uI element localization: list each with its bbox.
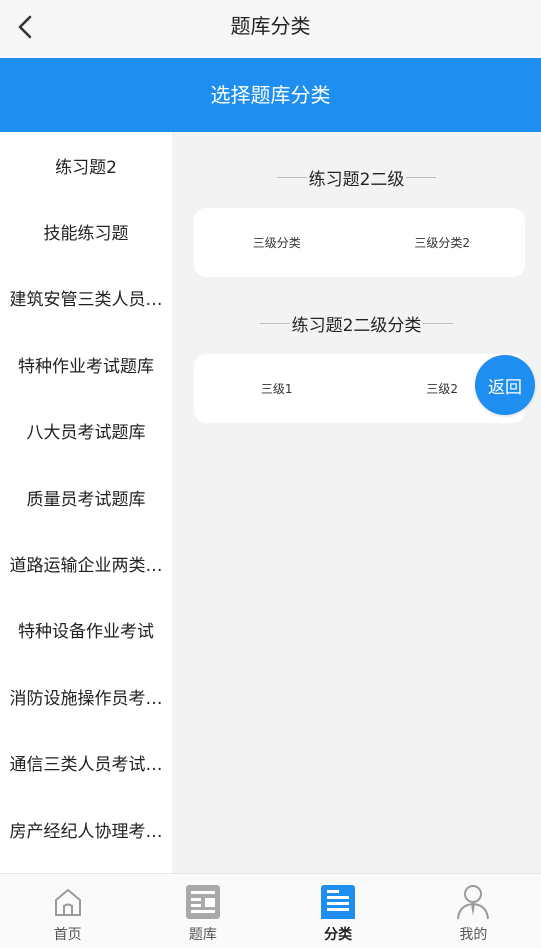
sidebar-item[interactable]: 特种设备作业考试 bbox=[0, 597, 172, 663]
section-title: 练习题2二级 bbox=[308, 169, 405, 190]
sidebar-item[interactable]: 练习题2 bbox=[0, 132, 172, 198]
top-bar: 题库分类 bbox=[0, 0, 541, 58]
sidebar-item-label: 特种作业考试题库 bbox=[18, 356, 154, 377]
tab-category[interactable]: 分类 bbox=[271, 874, 406, 948]
subcategory-card: 三级分类 三级分类2 bbox=[194, 208, 525, 277]
sidebar-item[interactable]: 房产经纪人协理考… bbox=[0, 796, 172, 862]
heading-divider bbox=[423, 322, 454, 324]
sidebar-item[interactable]: 质量员考试题库 bbox=[0, 464, 172, 530]
sidebar-item[interactable]: 消防设施操作员考… bbox=[0, 663, 172, 729]
subcategory-panel: 练习题2二级 三级分类 三级分类2 练习题2二级分类 三级1 三级2 bbox=[172, 132, 541, 873]
sidebar-item[interactable]: 技能练习题 bbox=[0, 198, 172, 264]
tab-label: 分类 bbox=[324, 927, 353, 943]
tab-question-bank[interactable]: 题库 bbox=[135, 874, 270, 948]
heading-divider bbox=[406, 176, 437, 178]
sidebar-item[interactable]: 特种作业考试题库 bbox=[0, 331, 172, 397]
sidebar-item-label: 技能练习题 bbox=[43, 224, 129, 245]
tab-label: 题库 bbox=[188, 927, 217, 943]
return-button[interactable]: 返回 bbox=[475, 355, 535, 415]
sidebar-item-label: 质量员考试题库 bbox=[26, 489, 146, 510]
sidebar-item-label: 练习题2 bbox=[55, 157, 117, 178]
tab-profile[interactable]: 我的 bbox=[406, 874, 541, 948]
subcategory-item[interactable]: 三级1 bbox=[194, 380, 360, 397]
sidebar-item-label: 八大员考试题库 bbox=[26, 423, 146, 444]
question-bank-icon bbox=[185, 884, 221, 920]
sidebar-item-label: 建筑安管三类人员… bbox=[9, 290, 163, 311]
category-banner: 选择题库分类 bbox=[0, 58, 541, 132]
category-sidebar: 练习题2 技能练习题 建筑安管三类人员… 特种作业考试题库 八大员考试题库 质量… bbox=[0, 132, 172, 873]
heading-divider bbox=[276, 176, 307, 178]
tab-home[interactable]: 首页 bbox=[0, 874, 135, 948]
section-title: 练习题2二级分类 bbox=[291, 315, 422, 336]
sidebar-item[interactable]: 八大员考试题库 bbox=[0, 398, 172, 464]
bottom-tab-bar: 首页 题库 分类 我的 bbox=[0, 873, 541, 948]
category-icon bbox=[320, 884, 356, 920]
home-icon bbox=[50, 884, 86, 920]
sidebar-item[interactable]: 道路运输企业两类… bbox=[0, 530, 172, 596]
sidebar-item-label: 消防设施操作员考… bbox=[9, 688, 163, 709]
sidebar-item-label: 房产经纪人协理考… bbox=[9, 821, 163, 842]
page-title: 题库分类 bbox=[230, 14, 311, 38]
sidebar-item-label: 特种设备作业考试 bbox=[18, 622, 154, 643]
subcategory-item[interactable]: 三级分类 bbox=[194, 234, 360, 251]
tab-label: 首页 bbox=[53, 927, 82, 943]
sidebar-item[interactable]: 建筑安管三类人员… bbox=[0, 265, 172, 331]
subcategory-item[interactable]: 三级分类2 bbox=[360, 234, 526, 251]
section-heading: 练习题2二级分类 bbox=[172, 308, 541, 338]
profile-icon bbox=[455, 884, 491, 920]
sidebar-item-label: 通信三类人员考试… bbox=[9, 755, 163, 776]
sidebar-item[interactable]: 通信三类人员考试… bbox=[0, 730, 172, 796]
section-heading: 练习题2二级 bbox=[172, 162, 541, 192]
sidebar-item-label: 道路运输企业两类… bbox=[9, 556, 163, 577]
tab-label: 我的 bbox=[459, 927, 488, 943]
heading-divider bbox=[259, 322, 290, 324]
